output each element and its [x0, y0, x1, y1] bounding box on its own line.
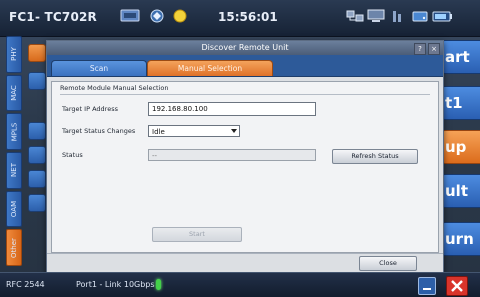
underlying-button [28, 146, 46, 164]
underlying-button [28, 194, 46, 212]
tab-mac[interactable]: MAC [6, 74, 22, 112]
tab-label: MPLS [10, 122, 19, 141]
rfc-label: RFC 2544 [6, 280, 45, 289]
manual-selection-panel: Remote Module Manual Selection Target IP… [51, 81, 439, 253]
link-led-icon [156, 279, 161, 290]
target-status-value: Idle [152, 128, 165, 136]
left-vertical-tabs: PHY MAC MPLS NET OAM Other [6, 36, 22, 268]
signal-bars-icon [392, 8, 408, 28]
battery-icon [432, 8, 454, 28]
start-side-button[interactable]: art [440, 40, 480, 74]
refresh-status-button[interactable]: Refresh Status [332, 149, 418, 164]
group-divider [60, 94, 430, 95]
close-button[interactable]: Close [359, 256, 417, 271]
tab-net[interactable]: NET [6, 152, 22, 189]
monitor-icon[interactable] [120, 8, 140, 28]
network-icon[interactable] [148, 8, 166, 28]
dialog-title: Discover Remote Unit [47, 41, 443, 55]
tab-label: Other [10, 237, 19, 258]
status-field: -- [148, 149, 316, 161]
status-label: Status [62, 151, 83, 159]
tab-label: NET [10, 163, 18, 178]
group-title: Remote Module Manual Selection [60, 84, 169, 92]
tab-label: OAM [10, 200, 18, 218]
tab-manual-selection[interactable]: Manual Selection [147, 60, 273, 76]
tab-scan[interactable]: Scan [51, 60, 147, 76]
tab-mpls[interactable]: MPLS [6, 113, 22, 151]
dialog-tab-strip: Scan Manual Selection [47, 55, 443, 77]
test-side-button[interactable]: t1 [440, 86, 480, 120]
result-side-button[interactable]: ult [440, 174, 480, 208]
start-button[interactable]: Start [152, 227, 242, 242]
close-icon[interactable]: × [428, 43, 440, 55]
underlying-button [28, 122, 46, 140]
target-ip-label: Target IP Address [62, 105, 118, 113]
return-side-button[interactable]: urn [440, 222, 480, 256]
target-status-select[interactable]: Idle [148, 125, 240, 137]
help-icon[interactable]: ? [414, 43, 426, 55]
chevron-down-icon [231, 129, 237, 133]
discover-remote-unit-dialog: Discover Remote Unit ? × Scan Manual Sel… [46, 40, 444, 274]
bottom-status-bar: RFC 2544 Port1 - Link 10Gbps [0, 272, 480, 297]
underlying-button [28, 170, 46, 188]
tab-label: PHY [9, 47, 18, 62]
device-title: FC1- TC702R [9, 10, 97, 24]
tab-other[interactable]: Other [6, 229, 22, 267]
tab-label: MAC [10, 85, 18, 101]
network-connection-icon[interactable] [346, 8, 364, 28]
tab-oam[interactable]: OAM [6, 190, 22, 228]
clock: 15:56:01 [218, 10, 278, 24]
status-light-icon [172, 8, 188, 28]
exit-icon[interactable] [446, 276, 468, 296]
minimize-icon[interactable] [418, 277, 436, 295]
target-ip-input[interactable] [148, 102, 316, 116]
screen: FC1- TC702R 15:56:01 PHY MAC MPLS NET OA… [0, 0, 480, 297]
device-icon[interactable] [366, 8, 386, 28]
setup-side-button[interactable]: up [440, 130, 480, 164]
storage-icon[interactable] [412, 8, 430, 28]
target-status-label: Target Status Changes [62, 127, 136, 135]
underlying-button [28, 44, 46, 62]
port-link-status: Port1 - Link 10Gbps [76, 280, 155, 289]
underlying-button [28, 72, 46, 90]
footer-divider [47, 253, 443, 254]
tab-phy[interactable]: PHY [6, 36, 22, 73]
top-status-bar: FC1- TC702R 15:56:01 [0, 0, 480, 37]
